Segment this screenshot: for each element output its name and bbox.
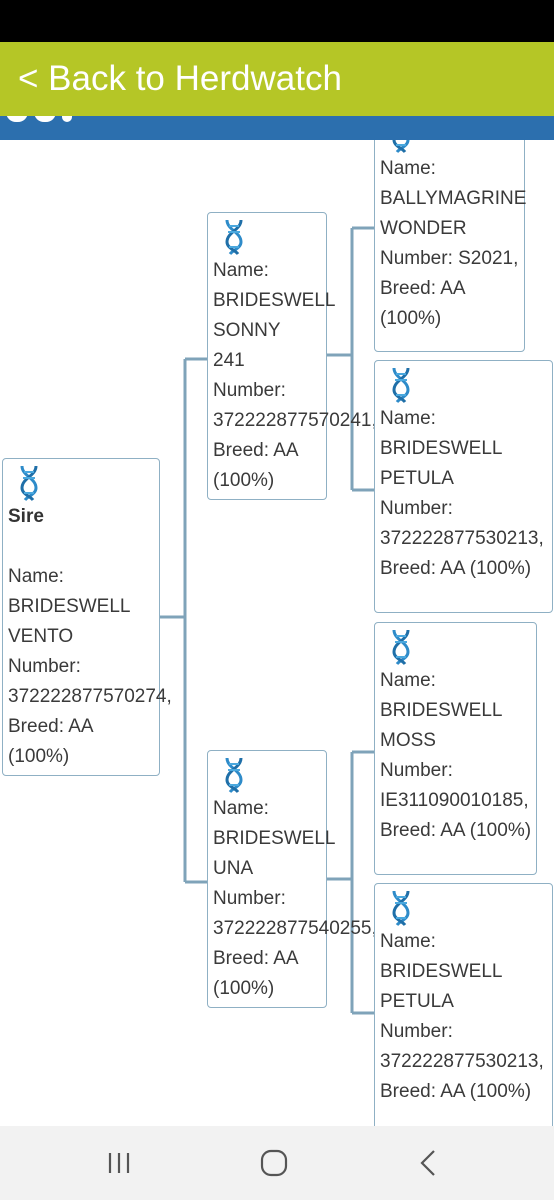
breed-percentage: (100%): [213, 978, 275, 999]
breed-percentage: (100%): [380, 308, 442, 329]
status-bar: [0, 0, 554, 42]
name-label: Name:: [380, 158, 436, 179]
animal-name: BRIDESWELL: [380, 700, 503, 721]
name-label: Name:: [380, 670, 436, 691]
home-icon[interactable]: [257, 1148, 291, 1178]
breed-label: Breed: AA (100%): [380, 820, 532, 841]
system-navigation-bar: [0, 1126, 554, 1200]
animal-number: 372222877530213,: [380, 1051, 544, 1072]
number-label: Number:: [380, 760, 453, 781]
animal-name: WONDER: [380, 218, 467, 239]
name-label: Name:: [380, 931, 436, 952]
dna-icon: [392, 140, 410, 154]
dna-icon: [392, 367, 410, 404]
recent-apps-icon[interactable]: [102, 1148, 136, 1178]
animal-number: 372222877530213,: [380, 528, 544, 549]
number-label: Number:: [213, 380, 286, 401]
animal-number: 372222877570241,: [213, 410, 377, 431]
animal-number: 372222877570274,: [8, 686, 172, 707]
banner-logo-fragment: [0, 116, 90, 122]
animal-name: BRIDESWELL: [213, 290, 336, 311]
animal-number: Number: S2021,: [380, 248, 519, 269]
breed-label: Breed: AA: [8, 716, 94, 737]
animal-name: BALLYMAGRINE: [380, 188, 527, 209]
pedigree-tree[interactable]: Sire Name: BRIDESWELL VENTO Number: 3722…: [0, 140, 554, 1126]
animal-name: BRIDESWELL: [8, 596, 131, 617]
animal-name: PETULA: [380, 991, 454, 1012]
dna-icon: [20, 465, 38, 502]
name-label: Name:: [8, 566, 64, 587]
back-to-herdwatch-link[interactable]: < Back to Herdwatch: [18, 56, 342, 102]
breed-percentage: (100%): [8, 746, 70, 767]
animal-name: BRIDESWELL: [380, 961, 503, 982]
animal-name: 241: [213, 350, 245, 371]
dna-icon: [392, 890, 410, 927]
animal-name: VENTO: [8, 626, 74, 647]
breed-label: Breed: AA: [213, 948, 299, 969]
name-label: Name:: [213, 798, 269, 819]
animal-name: UNA: [213, 858, 254, 879]
breed-label: Breed: AA (100%): [380, 1081, 532, 1102]
number-label: Number:: [8, 656, 81, 677]
dna-icon: [225, 219, 243, 256]
animal-number: 372222877540255,: [213, 918, 377, 939]
granddam-card[interactable]: Name: BRIDESWELL PETULA Number: 37222287…: [374, 360, 553, 613]
breed-percentage: (100%): [213, 470, 275, 491]
breed-label: Breed: AA: [380, 278, 466, 299]
breed-label: Breed: AA (100%): [380, 558, 532, 579]
animal-name: PETULA: [380, 468, 454, 489]
breed-label: Breed: AA: [213, 440, 299, 461]
grandsire-card[interactable]: Name: BRIDESWELL MOSS Number: IE31109001…: [374, 622, 537, 875]
grandsire-card[interactable]: Name: BALLYMAGRINE WONDER Number: S2021,…: [374, 140, 527, 352]
animal-name: BRIDESWELL: [213, 828, 336, 849]
granddam-card[interactable]: Name: BRIDESWELL PETULA Number: 37222287…: [374, 883, 553, 1126]
dna-icon: [225, 757, 243, 794]
number-label: Number:: [380, 498, 453, 519]
animal-name: BRIDESWELL: [380, 438, 503, 459]
sire-dam-card[interactable]: Name: BRIDESWELL UNA Number: 37222287754…: [207, 750, 377, 1008]
animal-name: MOSS: [380, 730, 436, 751]
animal-number: IE311090010185,: [380, 790, 529, 811]
number-label: Number:: [213, 888, 286, 909]
sire-label: Sire: [8, 506, 44, 527]
number-label: Number:: [380, 1021, 453, 1042]
name-label: Name:: [213, 260, 269, 281]
name-label: Name:: [380, 408, 436, 429]
back-icon[interactable]: [412, 1148, 446, 1178]
sire-sire-card[interactable]: Name: BRIDESWELL SONNY 241 Number: 37222…: [207, 212, 377, 500]
page-banner: [0, 116, 554, 140]
dna-icon: [392, 629, 410, 666]
animal-name: SONNY: [213, 320, 281, 341]
sire-card[interactable]: Sire Name: BRIDESWELL VENTO Number: 3722…: [2, 458, 172, 776]
